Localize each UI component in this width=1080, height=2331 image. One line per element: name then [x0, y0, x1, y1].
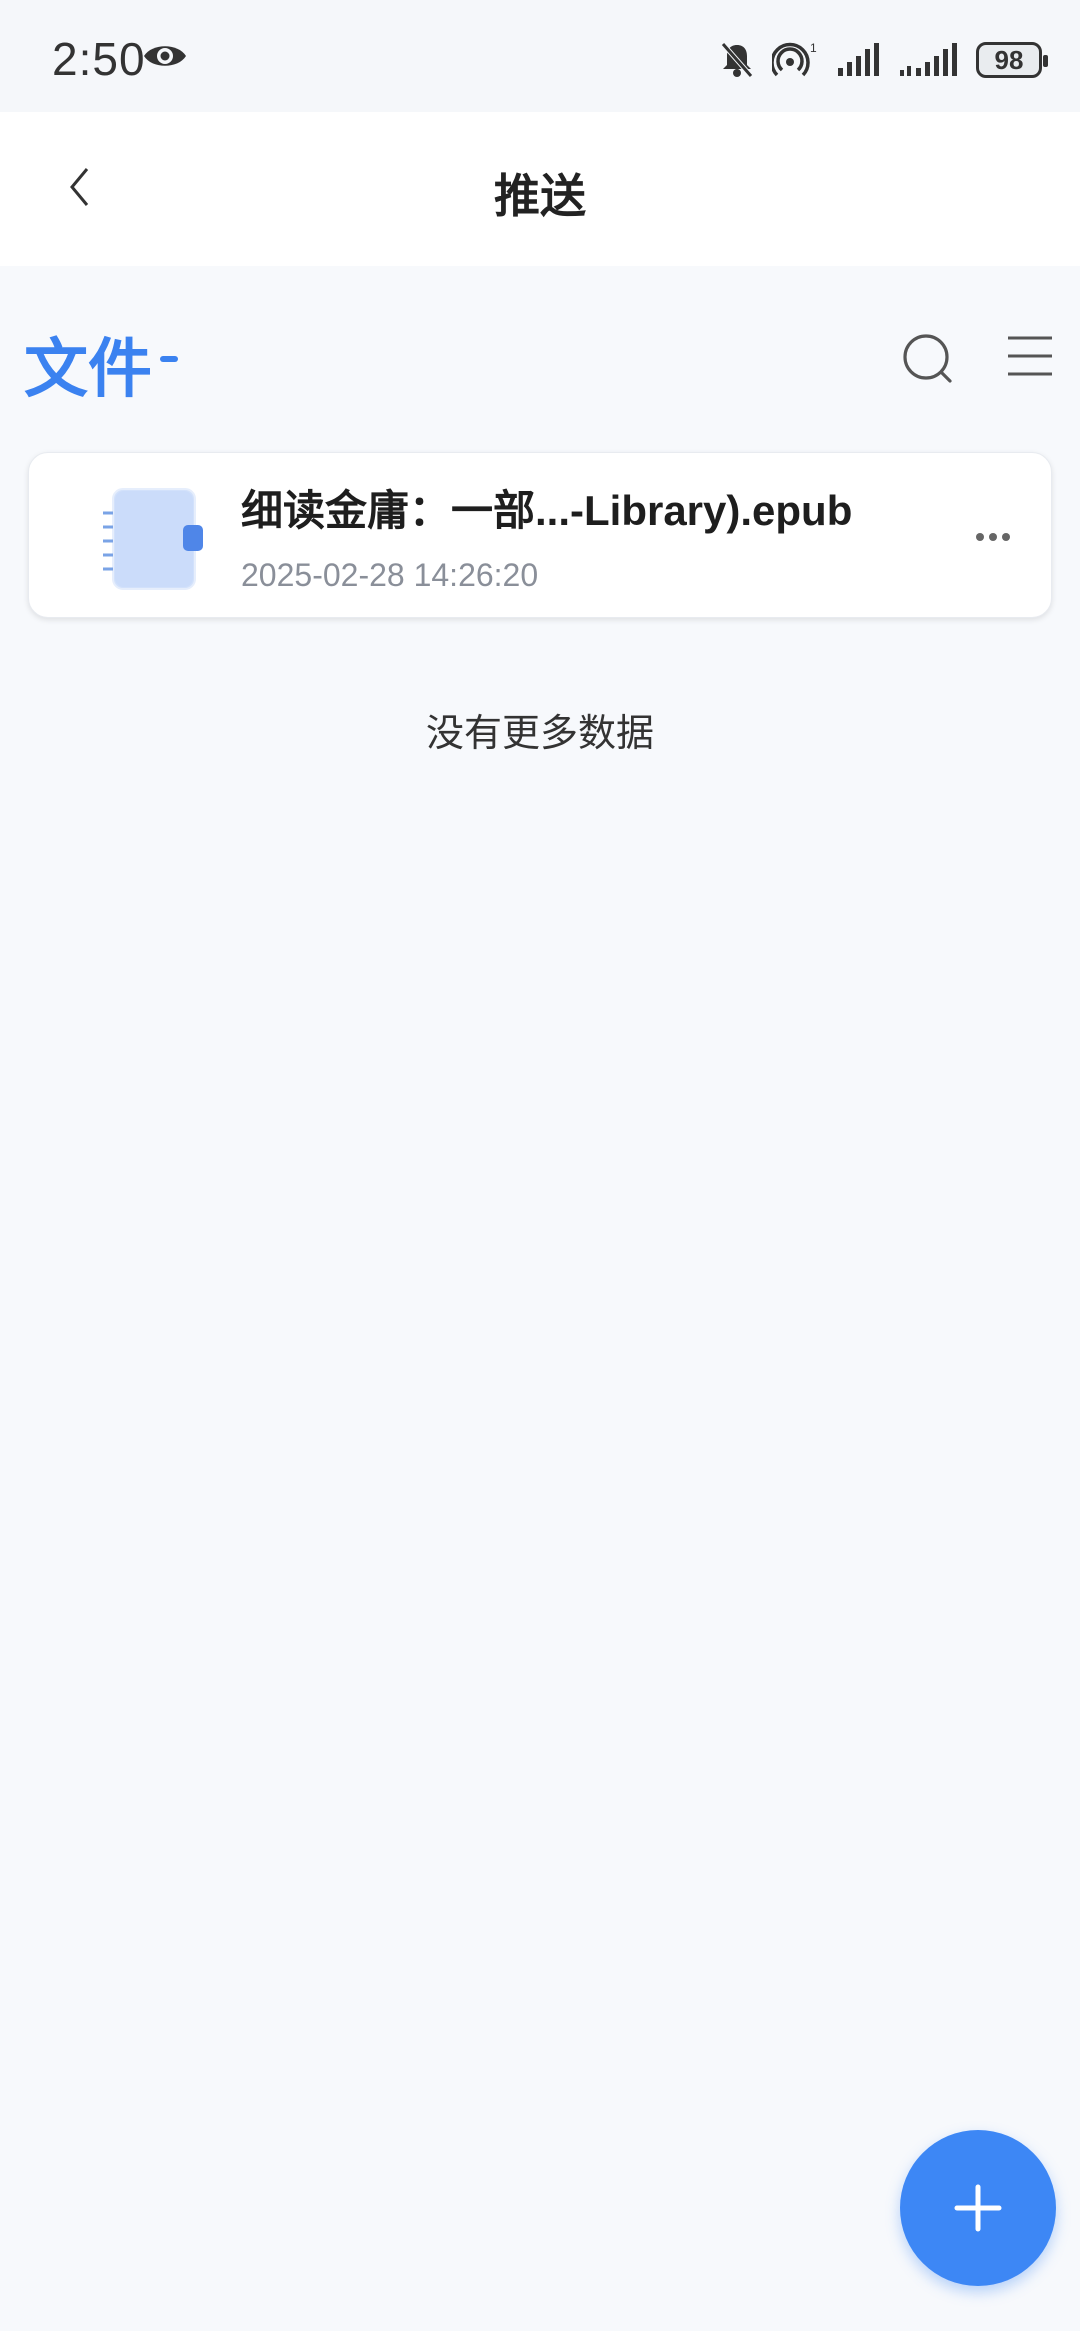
- mute-bell-icon: [721, 42, 753, 78]
- file-type-dropdown[interactable]: 文件: [24, 318, 178, 410]
- notebook-icon: [103, 488, 203, 590]
- plus-icon: [954, 2184, 1002, 2232]
- status-icons: 1 98: [720, 38, 1048, 82]
- file-list-item[interactable]: 细读金庸：一部...-Library).epub 2025-02-28 14:2…: [28, 452, 1052, 618]
- file-name: 细读金庸：一部...-Library).epub: [241, 487, 853, 534]
- menu-icon[interactable]: [1004, 330, 1056, 382]
- more-options-button[interactable]: [965, 509, 1021, 565]
- page-title: 推送: [494, 170, 586, 222]
- title-bar: 推送: [0, 112, 1080, 266]
- svg-text:1: 1: [810, 41, 817, 55]
- section-title-label: 文件: [24, 333, 152, 405]
- status-bar: 2:50 1 98: [0, 0, 1080, 112]
- status-time: 2:50: [52, 33, 146, 85]
- signal-icon: [838, 43, 879, 76]
- dropdown-indicator-icon: [160, 356, 178, 362]
- hotspot-icon: 1: [772, 41, 817, 77]
- battery-indicator: 98: [976, 42, 1048, 78]
- more-horizontal-icon: [976, 533, 1010, 541]
- eye-icon: [144, 46, 186, 66]
- file-date: 2025-02-28 14:26:20: [241, 557, 539, 593]
- add-button[interactable]: [900, 2130, 1056, 2286]
- signal-icon: [900, 43, 957, 76]
- section-header: 文件: [0, 300, 1080, 410]
- list-end-message: 没有更多数据: [425, 713, 654, 755]
- search-icon[interactable]: [900, 330, 956, 386]
